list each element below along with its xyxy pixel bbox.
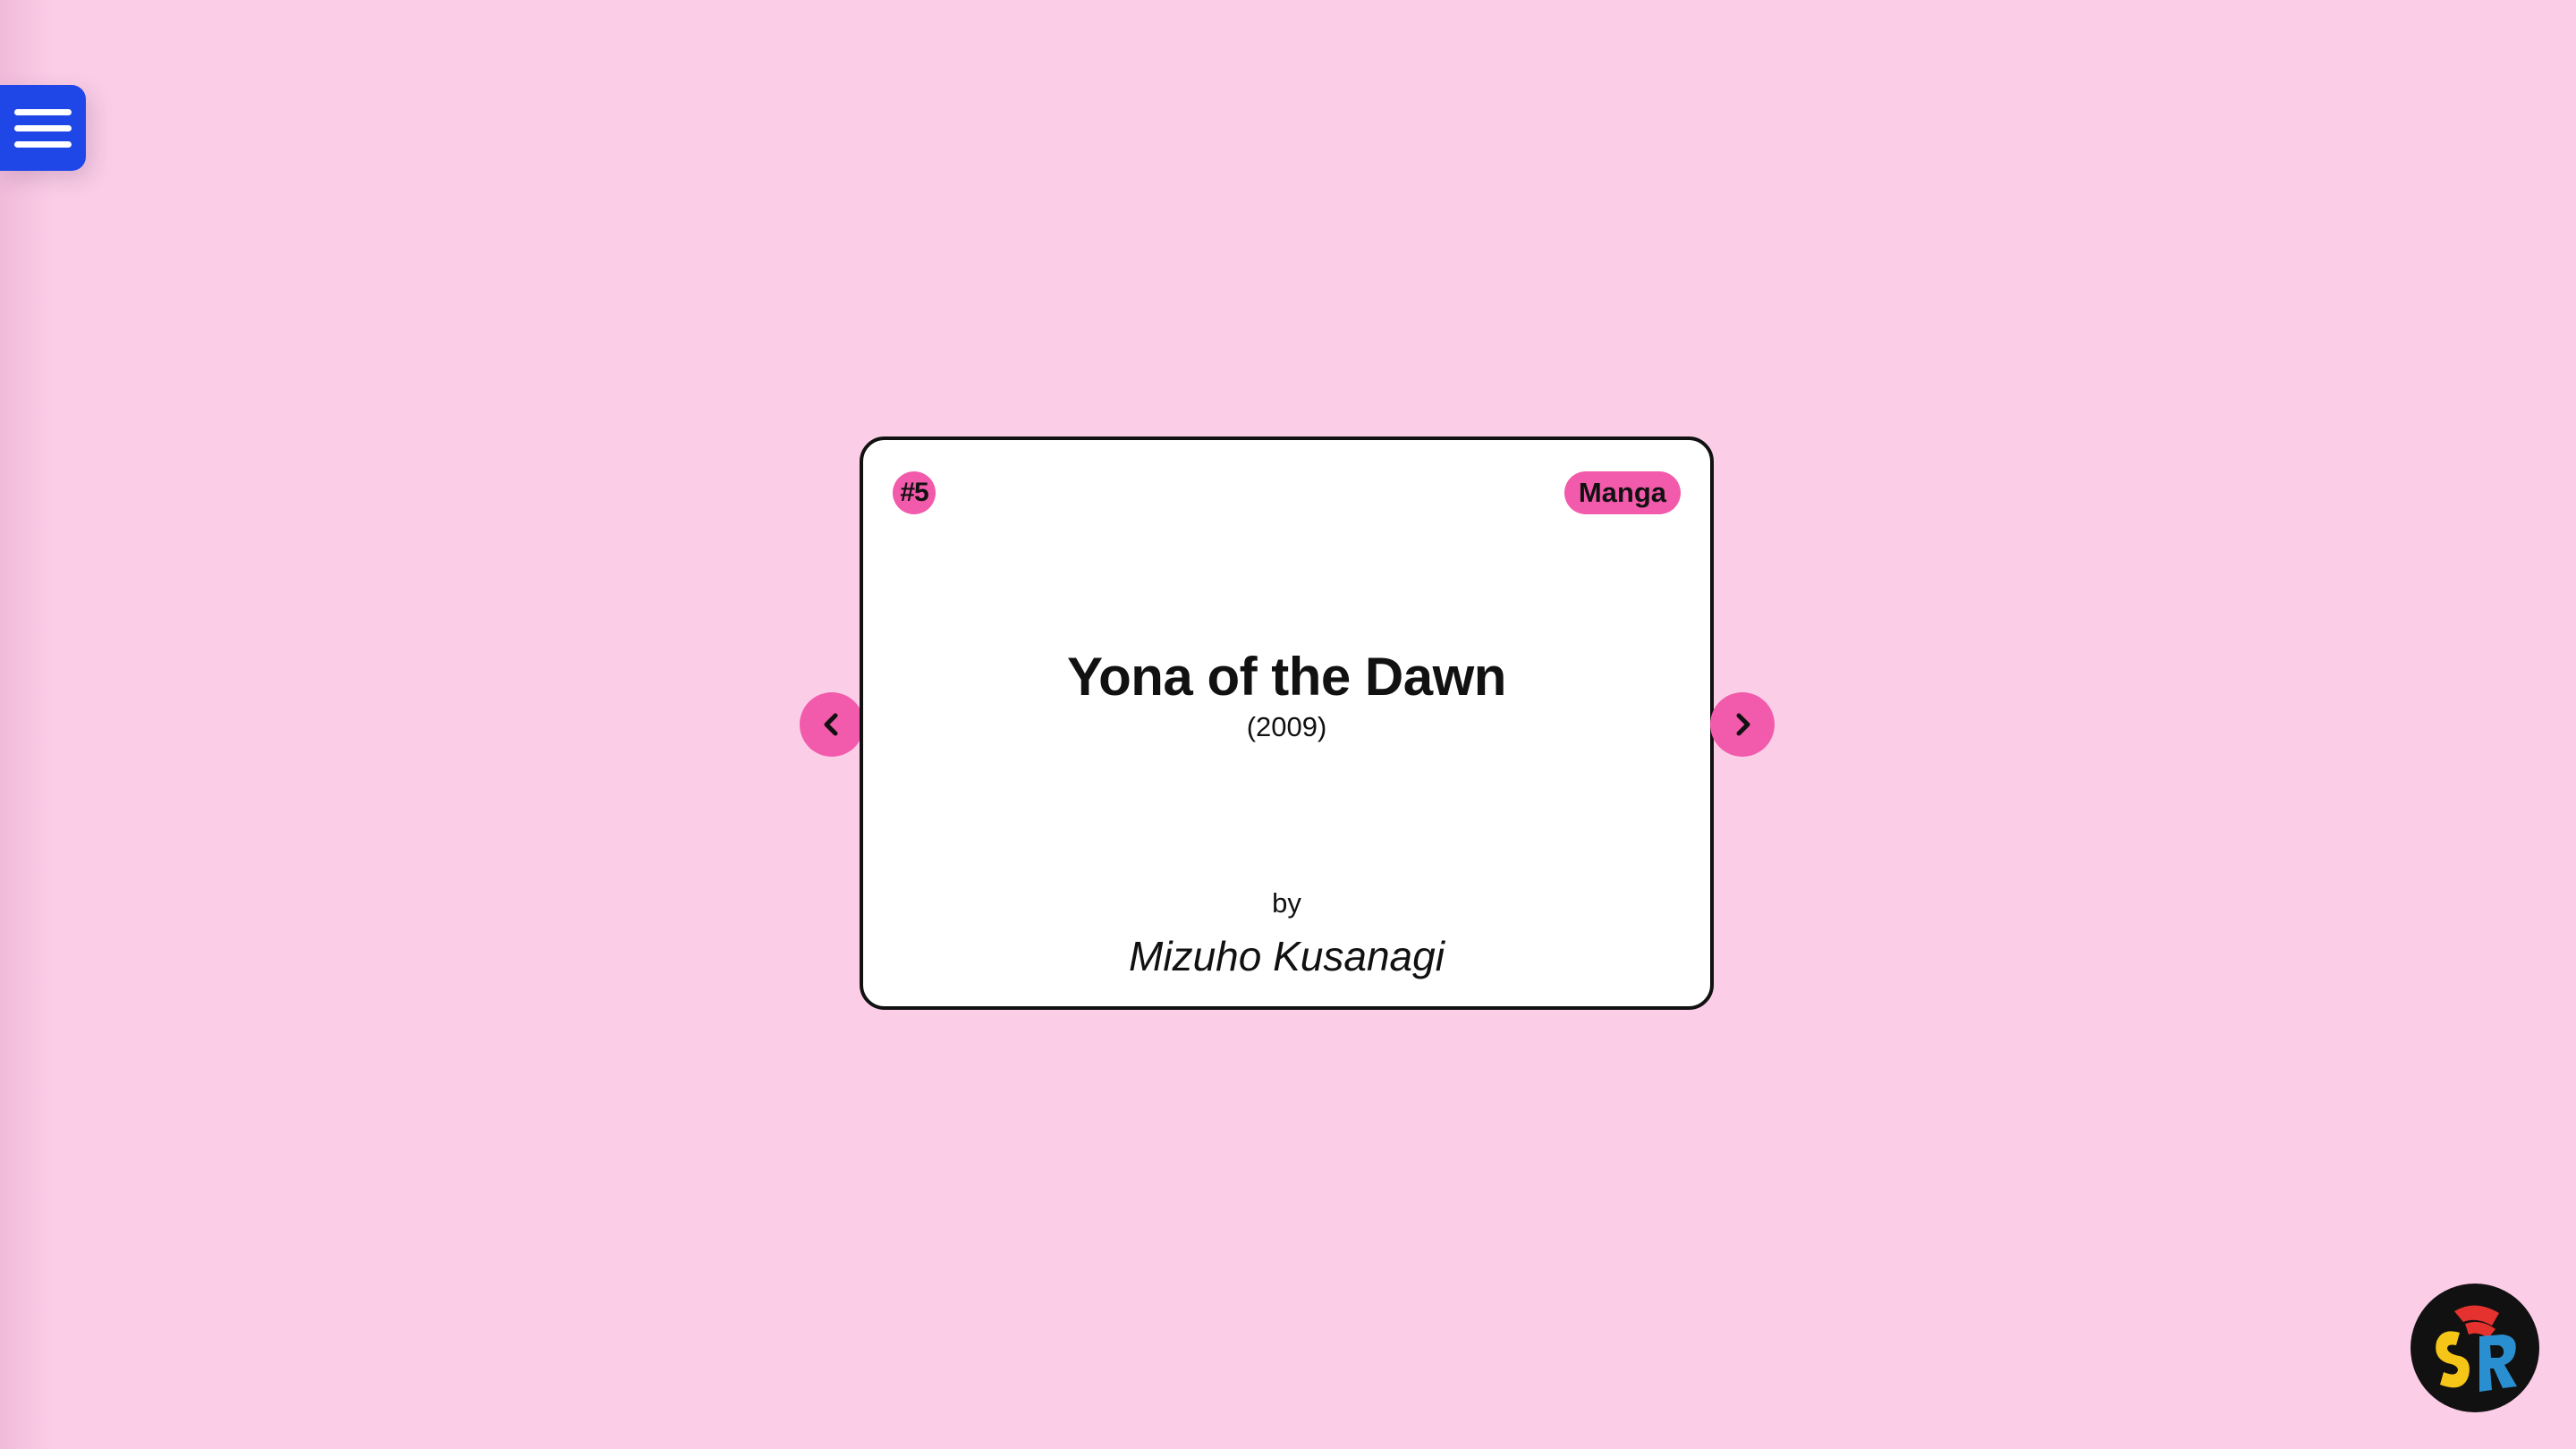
by-label: by — [1272, 887, 1301, 919]
hamburger-menu-button[interactable] — [0, 85, 86, 171]
previous-button[interactable] — [800, 692, 864, 757]
next-button[interactable] — [1710, 692, 1775, 757]
hamburger-menu-icon — [14, 108, 72, 115]
card-year: (2009) — [1246, 711, 1327, 742]
chevron-right-icon — [1736, 713, 1750, 736]
hamburger-menu-icon-bar — [14, 124, 72, 131]
left-edge-shadow — [0, 0, 54, 1449]
card-author: Mizuho Kusanagi — [1129, 933, 1445, 979]
item-number-badge: #5 — [893, 471, 936, 514]
sr-logo[interactable] — [2410, 1283, 2540, 1413]
media-type-badge: Manga — [1563, 471, 1681, 514]
chevron-left-icon — [824, 713, 838, 736]
sr-logo-icon — [2411, 1284, 2539, 1412]
hamburger-menu-icon-bar — [14, 140, 72, 148]
media-card: #5 Manga Yona of the Dawn (2009) by Mizu… — [860, 436, 1714, 1010]
card-title: Yona of the Dawn — [1067, 647, 1506, 707]
